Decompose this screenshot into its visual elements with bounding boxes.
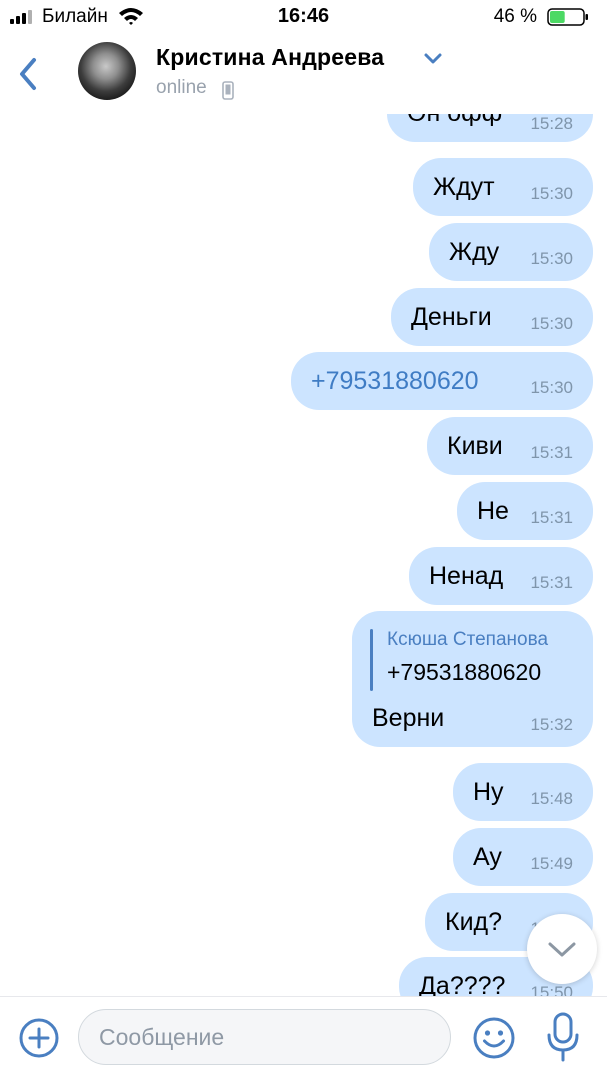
message-text: Ау bbox=[473, 843, 502, 871]
message-bubble[interactable]: Ау 15:49 bbox=[453, 828, 593, 886]
message-bubble[interactable]: Жду 15:30 bbox=[429, 223, 593, 281]
message-text: Жду bbox=[449, 238, 500, 266]
message-time: 15:31 bbox=[530, 508, 573, 527]
message-bubble[interactable]: Киви 15:31 bbox=[427, 417, 593, 475]
battery-icon bbox=[547, 8, 588, 26]
message-text: Киви bbox=[447, 432, 503, 460]
message-time: 15:31 bbox=[530, 443, 573, 462]
message-time: 15:31 bbox=[530, 573, 573, 592]
mobile-phone-icon bbox=[222, 81, 234, 100]
message-bubble[interactable]: Ну 15:48 bbox=[453, 763, 593, 821]
phone-link[interactable]: +79531880620 bbox=[311, 367, 479, 396]
message-text: Ну bbox=[473, 778, 504, 806]
presence-status: online bbox=[156, 77, 207, 98]
contact-name[interactable]: Кристина Андреева bbox=[156, 44, 384, 71]
message-text: Верни bbox=[372, 704, 445, 732]
message-text: Ждут bbox=[433, 173, 495, 201]
message-time: 15:50 bbox=[530, 983, 573, 996]
message-text: Деньги bbox=[411, 303, 492, 331]
reply-text: +79531880620 bbox=[387, 659, 542, 685]
message-time: 15:32 bbox=[530, 715, 573, 734]
chevron-left-icon[interactable] bbox=[16, 54, 40, 94]
scroll-down-button[interactable] bbox=[527, 914, 597, 984]
reply-author[interactable]: Ксюша Степанова bbox=[387, 629, 548, 651]
message-bubble[interactable]: Он офф 15:28 bbox=[387, 114, 593, 142]
reply-message-bubble[interactable]: Ксюша Степанова +79531880620 Верни 15:32 bbox=[352, 611, 593, 747]
message-time: 15:48 bbox=[530, 789, 573, 808]
message-bubble[interactable]: Ждут 15:30 bbox=[413, 158, 593, 216]
message-text: Он офф bbox=[407, 114, 502, 128]
chat-header: Кристина Андреева online bbox=[0, 34, 607, 114]
battery-percent: 46 % bbox=[493, 6, 537, 27]
message-text: Ненад bbox=[429, 562, 504, 590]
message-composer bbox=[0, 996, 607, 1081]
microphone-icon[interactable] bbox=[546, 1011, 580, 1063]
avatar[interactable] bbox=[78, 42, 136, 100]
message-list[interactable]: Он офф 15:28 Ждут 15:30 Жду 15:30 Деньги… bbox=[0, 114, 607, 996]
message-time: 15:30 bbox=[530, 314, 573, 333]
message-input[interactable] bbox=[78, 1009, 451, 1065]
chevron-down-icon bbox=[548, 942, 576, 957]
message-text: Не bbox=[477, 497, 509, 525]
message-time: 15:30 bbox=[530, 184, 573, 203]
message-time: 15:49 bbox=[530, 854, 573, 873]
chevron-down-icon[interactable] bbox=[423, 52, 443, 66]
message-time: 15:28 bbox=[530, 114, 573, 133]
message-text: Кид? bbox=[445, 908, 503, 936]
status-bar: Билайн 16:46 46 % bbox=[0, 0, 607, 34]
message-time: 15:30 bbox=[530, 378, 573, 397]
plus-circle-icon[interactable] bbox=[18, 1017, 60, 1059]
message-bubble[interactable]: Деньги 15:30 bbox=[391, 288, 593, 346]
message-text: Да???? bbox=[419, 972, 506, 996]
smiley-icon[interactable] bbox=[472, 1016, 516, 1060]
message-bubble[interactable]: Не 15:31 bbox=[457, 482, 593, 540]
message-time: 15:30 bbox=[530, 249, 573, 268]
message-bubble[interactable]: Ненад 15:31 bbox=[409, 547, 593, 605]
message-bubble[interactable]: +79531880620 15:30 bbox=[291, 352, 593, 410]
reply-quote-bar bbox=[370, 629, 373, 691]
